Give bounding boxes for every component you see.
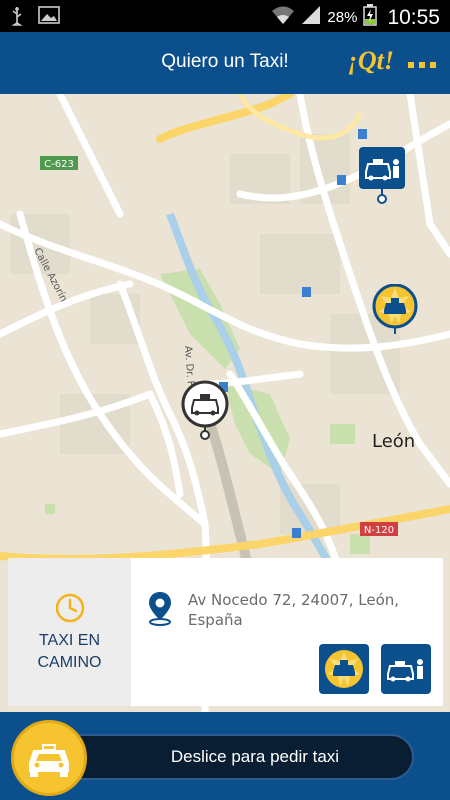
image-icon bbox=[38, 6, 60, 31]
clock: 10:55 bbox=[387, 5, 440, 29]
address-line-2: España bbox=[188, 611, 243, 629]
location-pin-icon bbox=[144, 590, 176, 631]
status-panel: TAXI EN CAMINO bbox=[8, 558, 131, 706]
request-taxi-slider-bar: Deslice para pedir taxi bbox=[0, 712, 450, 800]
more-dots-icon[interactable] bbox=[408, 62, 436, 68]
taxi-option-button[interactable] bbox=[319, 644, 369, 694]
road-label-c623: C-623 bbox=[44, 159, 74, 170]
status-bar: 28% 10:55 bbox=[0, 0, 450, 32]
address-line-1: Av Nocedo 72, 24007, León, bbox=[188, 591, 400, 609]
usb-icon bbox=[10, 6, 24, 31]
app-logo: ¡Qt! bbox=[347, 46, 394, 75]
taxi-option-icon bbox=[325, 650, 363, 688]
wifi-icon bbox=[271, 5, 295, 30]
road-label-n120: N-120 bbox=[364, 525, 394, 536]
pickup-address: Av Nocedo 72, 24007, León, España bbox=[188, 590, 428, 630]
app-header: Quiero un Taxi! ¡Qt! bbox=[0, 32, 450, 94]
taxi-current-marker[interactable] bbox=[180, 380, 230, 445]
taxi-passenger-marker[interactable] bbox=[358, 146, 406, 209]
battery-percent: 28% bbox=[327, 9, 358, 26]
battery-icon bbox=[363, 4, 378, 31]
clock-icon bbox=[54, 592, 86, 629]
slider-knob[interactable] bbox=[11, 720, 87, 796]
status-line-2: CAMINO bbox=[37, 654, 102, 671]
trip-info-card: TAXI EN CAMINO Av Nocedo 72, 24007, León… bbox=[8, 558, 443, 706]
taxi-car-icon bbox=[29, 744, 69, 777]
city-label-leon: León bbox=[372, 431, 416, 452]
status-line-1: TAXI EN bbox=[38, 632, 101, 649]
passenger-taxi-option-button[interactable] bbox=[381, 644, 431, 694]
taxi-yellow-marker[interactable] bbox=[371, 283, 419, 343]
passenger-taxi-option-icon bbox=[387, 659, 423, 682]
trip-status-text: TAXI EN CAMINO bbox=[8, 630, 131, 674]
slider-label: Deslice para pedir taxi bbox=[170, 747, 340, 766]
signal-icon bbox=[301, 5, 321, 30]
